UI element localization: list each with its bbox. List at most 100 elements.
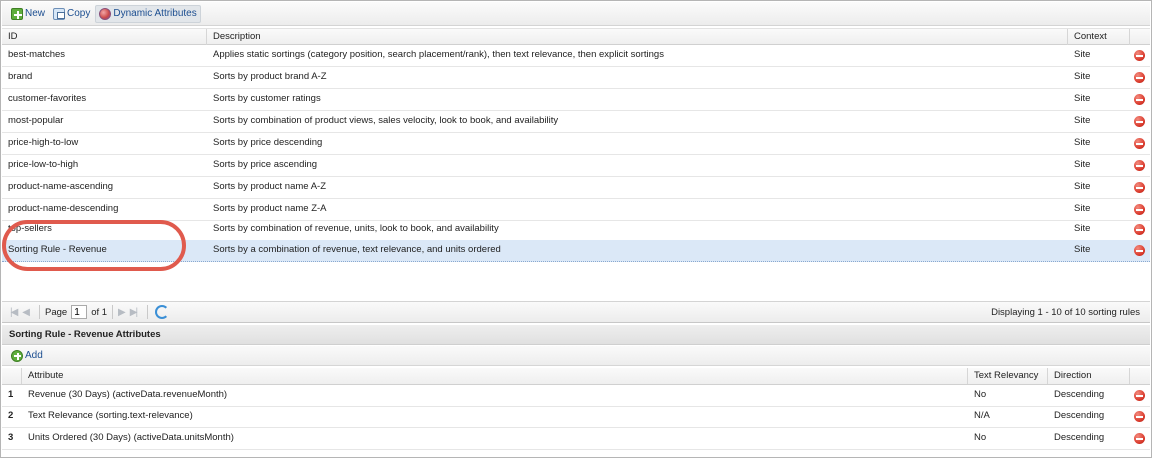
- first-page-icon[interactable]: |◀: [10, 307, 18, 318]
- table-row[interactable]: top-sellers Sorts by combination of reve…: [2, 219, 1150, 241]
- page-count-label: of 1: [91, 306, 108, 318]
- rule-description: Sorts by a combination of revenue, text …: [213, 244, 501, 255]
- copy-button[interactable]: Copy: [50, 5, 93, 23]
- table-row[interactable]: product-name-ascending Sorts by product …: [2, 177, 1150, 199]
- rule-context: Site: [1074, 159, 1091, 170]
- column-header-direction[interactable]: Direction: [1048, 368, 1130, 384]
- table-row[interactable]: best-matches Applies static sortings (ca…: [2, 45, 1150, 67]
- pager-divider: [147, 305, 149, 319]
- delete-icon[interactable]: [1134, 94, 1145, 105]
- delete-icon[interactable]: [1134, 390, 1145, 401]
- plus-square-icon: [11, 7, 23, 20]
- rule-context: Site: [1074, 203, 1091, 214]
- column-header-actions: [1130, 368, 1150, 384]
- rule-context: Site: [1074, 49, 1091, 60]
- table-row[interactable]: price-low-to-high Sorts by price ascendi…: [2, 155, 1150, 177]
- new-button[interactable]: New: [8, 5, 48, 23]
- main-toolbar: New Copy Dynamic Attributes: [2, 2, 1150, 26]
- sorting-rules-grid-header: ID Description Context: [2, 28, 1150, 45]
- rule-description: Sorts by combination of revenue, units, …: [213, 223, 499, 234]
- delete-icon[interactable]: [1134, 433, 1145, 444]
- column-header-number: [2, 368, 22, 384]
- delete-icon[interactable]: [1134, 138, 1145, 149]
- column-header-text-relevancy[interactable]: Text Relevancy: [968, 368, 1048, 384]
- dynamic-attributes-icon: [99, 7, 112, 20]
- table-row[interactable]: product-name-descending Sorts by product…: [2, 199, 1150, 221]
- attribute-row[interactable]: 1 Revenue (30 Days) (activeData.revenueM…: [2, 385, 1150, 407]
- column-header-context[interactable]: Context: [1068, 29, 1130, 45]
- last-page-icon[interactable]: ▶|: [130, 307, 138, 318]
- table-row[interactable]: customer-favorites Sorts by customer rat…: [2, 89, 1150, 111]
- dynamic-attributes-button[interactable]: Dynamic Attributes: [95, 4, 201, 23]
- column-header-id[interactable]: ID: [2, 29, 207, 45]
- table-row[interactable]: price-high-to-low Sorts by price descend…: [2, 133, 1150, 155]
- next-page-icon[interactable]: ▶: [118, 307, 126, 318]
- delete-icon[interactable]: [1134, 224, 1145, 235]
- add-attribute-button[interactable]: Add: [8, 347, 46, 365]
- paging-toolbar: |◀ ◀ Page of 1 ▶ ▶| Displaying 1 - 10 of…: [2, 301, 1150, 323]
- rule-id: top-sellers: [8, 223, 52, 234]
- attribute-name: Revenue (30 Days) (activeData.revenueMon…: [28, 389, 228, 400]
- rule-id: best-matches: [8, 49, 66, 60]
- pager-divider: [112, 305, 114, 319]
- rule-context: Site: [1074, 244, 1091, 255]
- column-header-attribute[interactable]: Attribute: [22, 368, 968, 384]
- rule-description: Sorts by product name Z-A: [213, 203, 327, 214]
- column-header-description[interactable]: Description: [207, 29, 1068, 45]
- attributes-panel-title: Sorting Rule - Revenue Attributes: [2, 325, 1150, 345]
- pager-divider: [39, 305, 40, 319]
- delete-icon[interactable]: [1134, 50, 1145, 61]
- table-row[interactable]: most-popular Sorts by combination of pro…: [2, 111, 1150, 133]
- table-row-selected[interactable]: Sorting Rule - Revenue Sorts by a combin…: [2, 240, 1150, 262]
- attribute-name: Text Relevance (sorting.text-relevance): [28, 410, 193, 421]
- rule-description: Sorts by combination of product views, s…: [213, 115, 559, 126]
- rule-id: brand: [8, 71, 33, 82]
- table-row[interactable]: brand Sorts by product brand A-Z Site: [2, 67, 1150, 89]
- delete-icon[interactable]: [1134, 204, 1145, 215]
- paging-info: Displaying 1 - 10 of 10 sorting rules: [991, 307, 1140, 318]
- page-number-input[interactable]: [71, 305, 88, 319]
- attribute-direction: Descending: [1054, 410, 1105, 421]
- rule-id: product-name-ascending: [8, 181, 114, 192]
- rule-id: price-low-to-high: [8, 159, 79, 170]
- rule-id: product-name-descending: [8, 203, 119, 214]
- rule-id: Sorting Rule - Revenue: [8, 244, 107, 255]
- rule-context: Site: [1074, 71, 1091, 82]
- delete-icon[interactable]: [1134, 182, 1145, 193]
- row-number: 3: [8, 432, 14, 443]
- attribute-row[interactable]: 3 Units Ordered (30 Days) (activeData.un…: [2, 428, 1150, 450]
- sorting-rules-window: New Copy Dynamic Attributes ID Descripti…: [0, 0, 1152, 458]
- add-button-label: Add: [25, 350, 43, 361]
- previous-page-icon[interactable]: ◀: [22, 307, 30, 318]
- rule-context: Site: [1074, 115, 1091, 126]
- rule-context: Site: [1074, 181, 1091, 192]
- delete-icon[interactable]: [1134, 245, 1145, 256]
- attribute-row[interactable]: 2 Text Relevance (sorting.text-relevance…: [2, 406, 1150, 428]
- rule-id: price-high-to-low: [8, 137, 79, 148]
- rule-id: customer-favorites: [8, 93, 87, 104]
- rule-context: Site: [1074, 137, 1091, 148]
- attribute-direction: Descending: [1054, 432, 1105, 443]
- copy-button-label: Copy: [67, 8, 91, 19]
- new-button-label: New: [25, 8, 46, 19]
- row-number: 2: [8, 410, 14, 421]
- rule-id: most-popular: [8, 115, 64, 126]
- delete-icon[interactable]: [1134, 160, 1145, 171]
- rule-description: Applies static sortings (category positi…: [213, 49, 664, 60]
- rule-description: Sorts by price descending: [213, 137, 323, 148]
- attributes-grid-header: Attribute Text Relevancy Direction: [2, 368, 1150, 385]
- attribute-text-relevancy: No: [974, 432, 987, 443]
- attribute-name: Units Ordered (30 Days) (activeData.unit…: [28, 432, 234, 443]
- refresh-icon[interactable]: [155, 305, 170, 319]
- attribute-text-relevancy: No: [974, 389, 987, 400]
- attributes-toolbar: Add: [2, 346, 1150, 366]
- delete-icon[interactable]: [1134, 116, 1145, 127]
- rule-description: Sorts by price ascending: [213, 159, 318, 170]
- rule-context: Site: [1074, 223, 1091, 234]
- delete-icon[interactable]: [1134, 411, 1145, 422]
- copy-icon: [53, 7, 66, 20]
- rule-context: Site: [1074, 93, 1091, 104]
- rule-description: Sorts by product brand A-Z: [213, 71, 327, 82]
- delete-icon[interactable]: [1134, 72, 1145, 83]
- attribute-direction: Descending: [1054, 389, 1105, 400]
